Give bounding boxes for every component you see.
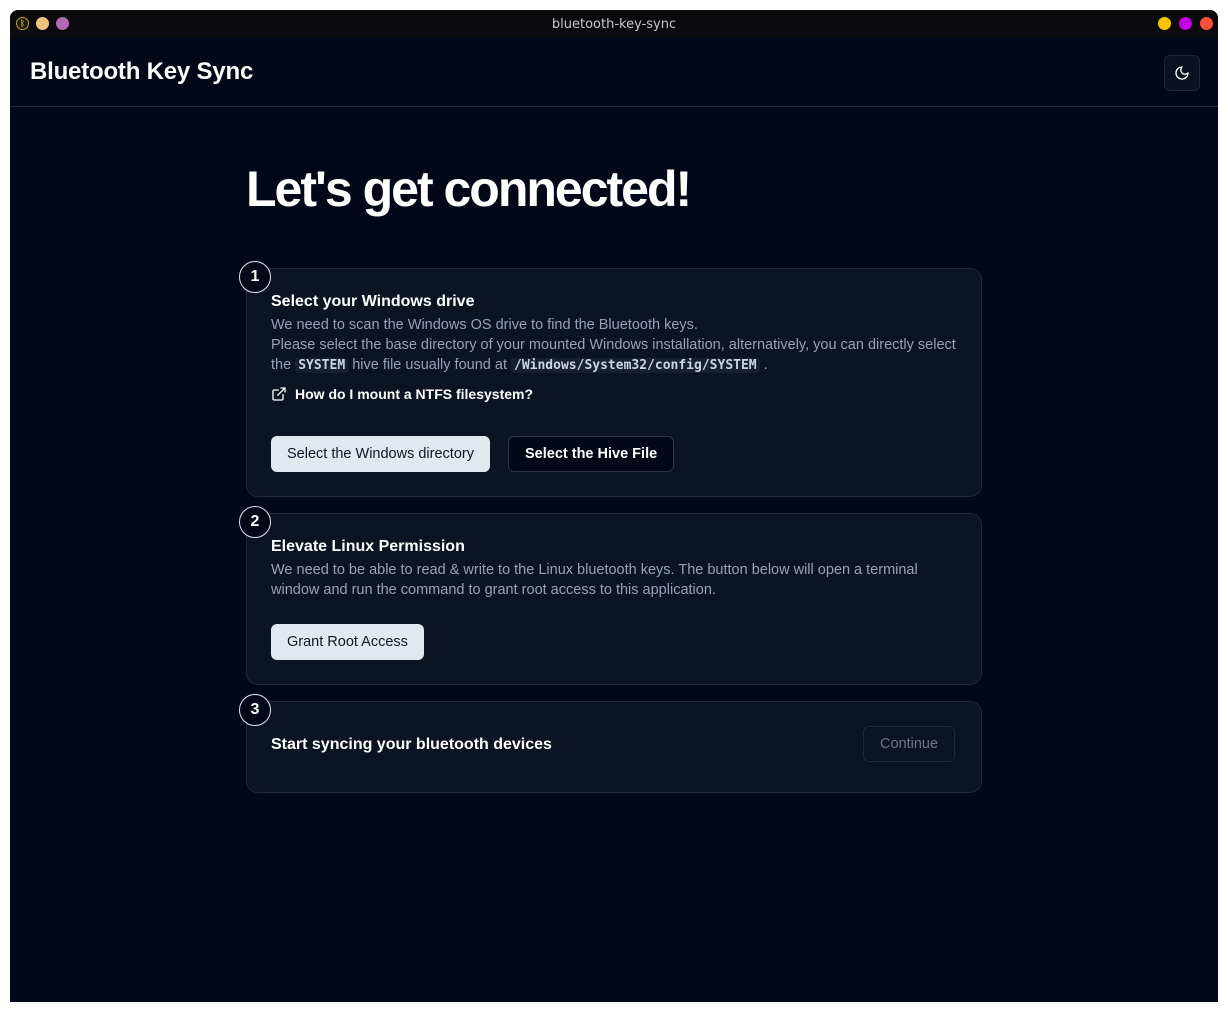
app-title: Bluetooth Key Sync bbox=[30, 58, 254, 85]
window-dot-1[interactable] bbox=[36, 17, 49, 30]
close-button[interactable] bbox=[1200, 17, 1213, 30]
page-heading: Let's get connected! bbox=[246, 161, 692, 217]
app-icon: ᛒ bbox=[16, 17, 29, 30]
grant-root-access-button[interactable]: Grant Root Access bbox=[271, 624, 424, 660]
step-number-badge: 3 bbox=[239, 694, 271, 726]
moon-icon bbox=[1175, 66, 1189, 80]
window-left-controls: ᛒ bbox=[16, 17, 69, 30]
step-description: We need to be able to read & write to th… bbox=[271, 562, 918, 598]
app-window: ᛒ bluetooth-key-sync Bluetooth Key Sync … bbox=[10, 10, 1218, 1002]
step-card-2: 2 Elevate Linux Permission We need to be… bbox=[239, 506, 982, 685]
hive-path-code: /Windows/System32/config/SYSTEM bbox=[511, 358, 760, 373]
step-title: Start syncing your bluetooth devices bbox=[271, 736, 552, 753]
continue-button[interactable]: Continue bbox=[863, 726, 956, 762]
select-windows-directory-button[interactable]: Select the Windows directory bbox=[271, 436, 490, 472]
step-description-end: . bbox=[763, 357, 768, 373]
step-description-line1: We need to scan the Windows OS drive to … bbox=[271, 317, 698, 333]
window-right-controls bbox=[1158, 17, 1213, 30]
step-description: We need to scan the Windows OS drive to … bbox=[271, 315, 961, 376]
ntfs-help-link[interactable]: How do I mount a NTFS filesystem? bbox=[271, 386, 533, 402]
help-link-label: How do I mount a NTFS filesystem? bbox=[295, 386, 534, 402]
step-description-line2b: hive file usually found at bbox=[352, 357, 507, 373]
theme-toggle-button[interactable] bbox=[1164, 55, 1200, 91]
maximize-button[interactable] bbox=[1179, 17, 1192, 30]
step-number-badge: 1 bbox=[239, 261, 271, 293]
external-link-icon bbox=[272, 387, 286, 401]
step-card-1: 1 Select your Windows drive We need to s… bbox=[239, 261, 982, 497]
step-card-3: 3 Start syncing your bluetooth devices C… bbox=[239, 694, 982, 793]
system-file-code: SYSTEM bbox=[295, 358, 349, 373]
minimize-button[interactable] bbox=[1158, 17, 1171, 30]
window-dot-2[interactable] bbox=[56, 17, 69, 30]
window-title: bluetooth-key-sync bbox=[551, 16, 677, 32]
app-header: Bluetooth Key Sync bbox=[10, 38, 1218, 107]
window-titlebar[interactable]: ᛒ bluetooth-key-sync bbox=[10, 10, 1218, 38]
select-hive-file-button[interactable]: Select the Hive File bbox=[508, 436, 675, 472]
step-number-badge: 2 bbox=[239, 506, 271, 538]
step-title: Select your Windows drive bbox=[271, 293, 475, 310]
step-title: Elevate Linux Permission bbox=[271, 538, 465, 555]
